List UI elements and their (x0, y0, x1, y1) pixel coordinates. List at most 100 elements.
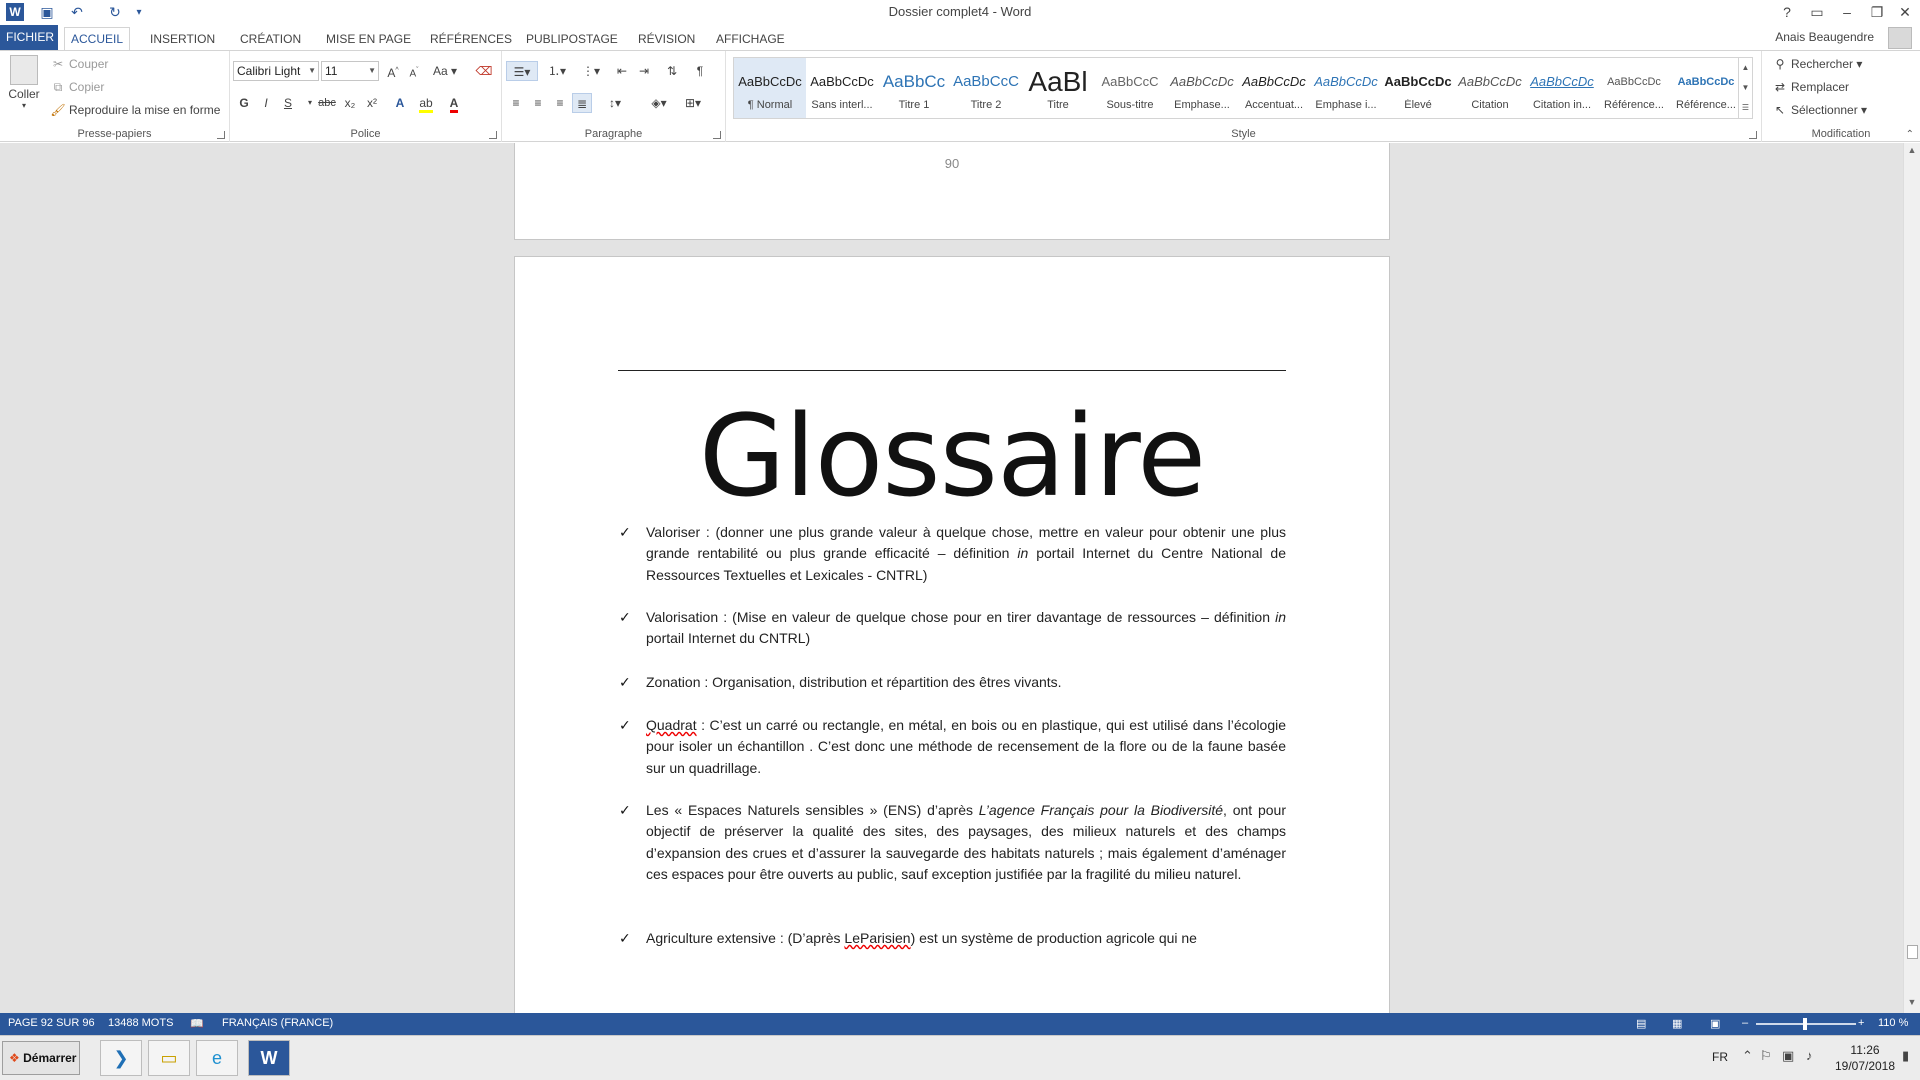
current-page[interactable]: Glossaire ✓ Valoriser : (donner une plus … (514, 256, 1390, 1013)
glossary-entry-ens[interactable]: ✓ Les « Espaces Naturels sensibles » (ENS… (619, 800, 1286, 886)
style-strong[interactable]: AaBbCcDc Élevé (1382, 58, 1454, 118)
italic-button[interactable]: I (256, 93, 276, 113)
style-heading-1[interactable]: AaBbCc Titre 1 (878, 58, 950, 118)
borders-icon[interactable]: ⊞▾ (678, 93, 708, 113)
close-button[interactable]: ✕ (1890, 1, 1920, 23)
glossary-entry-agriculture[interactable]: ✓ Agriculture extensive : (D’après LePar… (619, 928, 1286, 949)
bullets-icon[interactable]: ☰▾ (506, 61, 538, 81)
zoom-slider-thumb[interactable] (1803, 1018, 1807, 1030)
gallery-down-icon[interactable]: ▼ (1739, 78, 1752, 98)
superscript-button[interactable]: x² (362, 93, 382, 113)
start-button[interactable]: ❖ Démarrer (2, 1041, 80, 1075)
align-left-icon[interactable]: ≡ (506, 93, 526, 113)
help-button[interactable]: ? (1772, 1, 1802, 23)
glossary-entry-valorisation[interactable]: ✓ Valorisation : (Mise en valeur de quelq… (619, 607, 1286, 650)
change-case-button[interactable]: Aa ▾ (430, 61, 460, 81)
select-button[interactable]: ↖ Sélectionner ▾ (1772, 103, 1867, 117)
format-painter-button[interactable]: 🖌 Reproduire la mise en forme (50, 103, 220, 117)
subscript-button[interactable]: x₂ (340, 93, 360, 113)
line-spacing-icon[interactable]: ↕▾ (600, 93, 630, 113)
zoom-level[interactable]: 110 % (1878, 1017, 1908, 1029)
scrollbar-thumb[interactable] (1907, 945, 1918, 959)
scroll-down-icon[interactable]: ▼ (1904, 997, 1920, 1011)
network-icon[interactable]: ▣ (1782, 1048, 1794, 1064)
tab-creation[interactable]: CRÉATION (234, 28, 307, 50)
font-name-combo[interactable]: Calibri Light ▼ (233, 61, 319, 81)
scroll-up-icon[interactable]: ▲ (1904, 145, 1920, 159)
cut-button[interactable]: ✂ Couper (50, 57, 108, 71)
font-launcher-icon[interactable] (489, 131, 497, 139)
print-layout-icon[interactable]: ▦ (1672, 1017, 1682, 1030)
strikethrough-button[interactable]: abc (314, 93, 340, 113)
read-mode-icon[interactable]: ▤ (1636, 1017, 1646, 1030)
web-layout-icon[interactable]: ▣ (1710, 1017, 1720, 1030)
justify-icon[interactable]: ≣ (572, 93, 592, 113)
style-intense-emphasis[interactable]: AaBbCcDc Emphase i... (1310, 58, 1382, 118)
restore-button[interactable]: ❐ (1862, 1, 1892, 23)
style-quote[interactable]: AaBbCcDc Citation (1454, 58, 1526, 118)
tray-language[interactable]: FR (1712, 1050, 1728, 1064)
proofing-icon[interactable]: 📖 (190, 1017, 204, 1030)
collapse-ribbon-icon[interactable]: ⌃ (1906, 129, 1914, 140)
replace-button[interactable]: ⇄ Remplacer (1772, 80, 1849, 94)
font-size-combo[interactable]: 11 ▼ (321, 61, 379, 81)
find-button[interactable]: ⚲ Rechercher ▾ (1772, 57, 1863, 71)
style-subtitle[interactable]: AaBbCcC Sous-titre (1094, 58, 1166, 118)
internet-explorer-icon[interactable]: e (196, 1040, 238, 1076)
zoom-out-icon[interactable]: – (1742, 1017, 1748, 1029)
ribbon-display-options-button[interactable]: ▭ (1802, 1, 1832, 23)
tab-accueil[interactable]: ACCUEIL (64, 27, 131, 51)
multilevel-list-icon[interactable]: ⋮▾ (576, 61, 606, 81)
style-normal[interactable]: AaBbCcDc ¶ Normal (734, 58, 806, 118)
copy-button[interactable]: ⧉ Copier (50, 80, 105, 95)
tab-fichier[interactable]: FICHIER (0, 25, 58, 50)
underline-button[interactable]: S (278, 93, 298, 113)
tab-mise-en-page[interactable]: MISE EN PAGE (320, 28, 417, 50)
clock-time[interactable]: 11:26 (1835, 1043, 1895, 1057)
style-emphasis[interactable]: AaBbCcDc Accentuat... (1238, 58, 1310, 118)
align-center-icon[interactable]: ≡ (528, 93, 548, 113)
style-no-spacing[interactable]: AaBbCcDc Sans interl... (806, 58, 878, 118)
minimize-button[interactable]: – (1832, 1, 1862, 23)
shading-icon[interactable]: ◈▾ (644, 93, 674, 113)
show-desktop-icon[interactable]: ▮ (1902, 1048, 1909, 1064)
gallery-up-icon[interactable]: ▲ (1739, 58, 1752, 78)
powershell-icon[interactable]: ❯ (100, 1040, 142, 1076)
decrease-indent-icon[interactable]: ⇤ (612, 61, 632, 81)
clear-formatting-icon[interactable]: ⌫ (474, 61, 494, 81)
tray-expand-icon[interactable]: ⌃ (1742, 1048, 1753, 1064)
shrink-font-icon[interactable]: Aˇ (404, 61, 424, 81)
tab-affichage[interactable]: AFFICHAGE (710, 28, 791, 50)
tab-references[interactable]: RÉFÉRENCES (424, 28, 518, 50)
glossary-entry-zonation[interactable]: ✓ Zonation : Organisation, distribution e… (619, 672, 1286, 693)
glossary-entry-quadrat[interactable]: ✓ Quadrat : C’est un carré ou rectangle, … (619, 715, 1286, 779)
language-status[interactable]: FRANÇAIS (FRANCE) (222, 1017, 333, 1029)
vertical-scrollbar[interactable]: ▲ ▼ (1903, 143, 1920, 1013)
text-effects-icon[interactable]: A (390, 93, 410, 113)
paste-button[interactable]: Coller ▾ (6, 55, 42, 110)
numbering-icon[interactable]: ⒈▾ (542, 61, 572, 81)
style-subtle-emphasis[interactable]: AaBbCcDc Emphase... (1166, 58, 1238, 118)
style-title[interactable]: AaBl Titre (1022, 58, 1094, 118)
flag-icon[interactable]: ⚐ (1760, 1048, 1772, 1064)
gallery-more-icon[interactable]: ☰ (1739, 98, 1752, 118)
user-account-name[interactable]: Anais Beaugendre (1775, 30, 1874, 44)
user-avatar[interactable] (1888, 27, 1912, 49)
style-heading-2[interactable]: AaBbCcC Titre 2 (950, 58, 1022, 118)
word-count-status[interactable]: 13488 MOTS (108, 1017, 173, 1029)
highlight-icon[interactable]: ab (416, 93, 436, 113)
style-subtle-reference[interactable]: AaBbCcDc Référence... (1598, 58, 1670, 118)
tab-publipostage[interactable]: PUBLIPOSTAGE (520, 28, 624, 50)
grow-font-icon[interactable]: A^ (383, 61, 403, 81)
align-right-icon[interactable]: ≡ (550, 93, 570, 113)
sort-icon[interactable]: ⇅ (662, 61, 682, 81)
volume-icon[interactable]: ♪ (1806, 1048, 1813, 1063)
styles-launcher-icon[interactable] (1749, 131, 1757, 139)
tab-insertion[interactable]: INSERTION (144, 28, 221, 50)
bold-button[interactable]: G (234, 93, 254, 113)
font-color-icon[interactable]: A (444, 93, 464, 113)
show-formatting-marks-icon[interactable]: ¶ (690, 61, 710, 81)
page-count-status[interactable]: PAGE 92 SUR 96 (8, 1017, 95, 1029)
previous-page[interactable]: 90 (514, 143, 1390, 240)
glossary-entry-valoriser[interactable]: ✓ Valoriser : (donner une plus grande val… (619, 522, 1286, 586)
